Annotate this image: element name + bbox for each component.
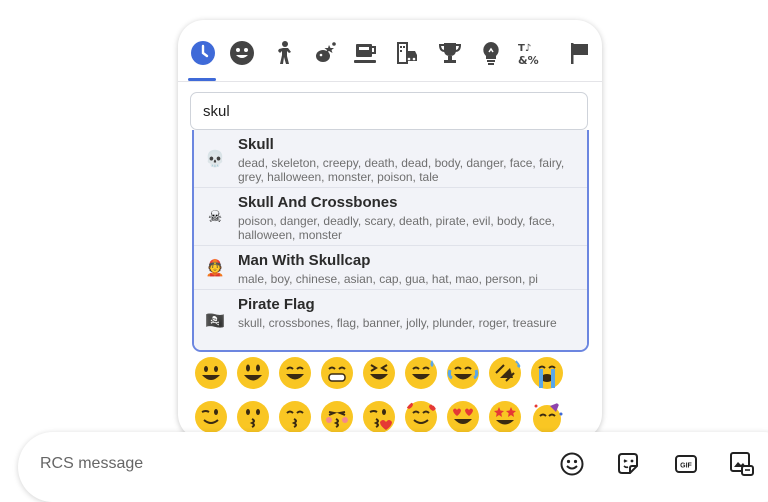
pirate-flag-emoji-icon: 🏴‍☠️ xyxy=(205,313,225,330)
travel-places-icon[interactable] xyxy=(392,38,422,68)
result-title: Skull xyxy=(238,136,274,153)
skull-crossbones-emoji-icon: ☠ xyxy=(207,209,223,226)
recent-clock-icon[interactable] xyxy=(188,38,218,68)
sticker-icon xyxy=(618,453,638,474)
emoji-search-results: 💀 Skull dead, skeleton, creepy, death, d… xyxy=(192,130,589,352)
result-keywords: dead, skeleton, creepy, death, dead, bod… xyxy=(238,156,565,184)
result-keywords: skull, crossbones, flag, banner, jolly, … xyxy=(238,316,557,330)
animals-nature-icon[interactable] xyxy=(310,38,340,68)
smiley-icon[interactable] xyxy=(227,38,257,68)
laughing-face-emoji[interactable] xyxy=(362,356,396,390)
smiling-face-with-hearts-emoji[interactable] xyxy=(404,400,438,434)
sweat-smile-face-emoji[interactable] xyxy=(404,356,438,390)
heart-eyes-emoji[interactable] xyxy=(446,400,480,434)
sob-face-emoji[interactable] xyxy=(530,356,564,390)
image-attach-icon xyxy=(730,452,754,476)
search-result-item[interactable]: 🏴‍☠️ Pirate Flag skull, crossbones, flag… xyxy=(194,290,587,350)
search-result-item[interactable]: 💀 Skull dead, skeleton, creepy, death, d… xyxy=(194,130,587,188)
grin-face-emoji[interactable] xyxy=(320,356,354,390)
joy-face-emoji[interactable] xyxy=(446,356,480,390)
result-keywords: poison, danger, deadly, scary, death, pi… xyxy=(238,214,555,242)
gif-button[interactable]: GIF xyxy=(672,450,700,478)
emoji-button[interactable] xyxy=(558,450,586,478)
message-input[interactable] xyxy=(40,450,520,478)
rofl-face-emoji[interactable] xyxy=(488,356,522,390)
emoji-search-box xyxy=(190,92,588,130)
emoji-search-input[interactable] xyxy=(203,93,573,129)
activities-trophy-icon[interactable] xyxy=(435,38,465,68)
search-result-item[interactable]: 👲 Man With Skullcap male, boy, chinese, … xyxy=(194,246,587,290)
flags-icon[interactable] xyxy=(564,38,594,68)
gif-icon: GIF xyxy=(675,455,697,473)
message-composer: GIF xyxy=(18,432,768,502)
search-result-item[interactable]: ☠ Skull And Crossbones poison, danger, d… xyxy=(194,188,587,246)
kissing-face-emoji[interactable] xyxy=(236,400,270,434)
result-title: Pirate Flag xyxy=(238,296,315,313)
result-title: Skull And Crossbones xyxy=(238,194,398,211)
result-title: Man With Skullcap xyxy=(238,252,371,269)
smiley-face-emoji[interactable] xyxy=(236,356,270,390)
sticker-button[interactable] xyxy=(614,450,642,478)
gallery-attach-button[interactable] xyxy=(728,450,756,478)
partying-face-emoji[interactable] xyxy=(530,400,564,434)
smiley-outline-icon xyxy=(560,452,584,476)
grinning-face-emoji[interactable] xyxy=(194,356,228,390)
symbols-icon[interactable]: T♪ &% xyxy=(515,38,545,68)
kissing-smiling-eyes-emoji[interactable] xyxy=(278,400,312,434)
kissing-closed-eyes-emoji[interactable] xyxy=(320,400,354,434)
wink-face-emoji[interactable] xyxy=(194,400,228,434)
skull-emoji-icon: 💀 xyxy=(205,151,225,168)
kissing-heart-emoji[interactable] xyxy=(362,400,396,434)
svg-text:T♪: T♪ xyxy=(518,43,531,54)
person-icon[interactable] xyxy=(269,38,299,68)
gif-label: GIF xyxy=(680,463,692,470)
smile-face-emoji[interactable] xyxy=(278,356,312,390)
star-struck-emoji[interactable] xyxy=(488,400,522,434)
svg-text:&%: &% xyxy=(518,54,539,66)
tabs-divider xyxy=(178,81,602,82)
objects-lightbulb-icon[interactable] xyxy=(476,38,506,68)
man-with-skullcap-emoji-icon: 👲 xyxy=(205,260,225,277)
emoji-category-tabs: T♪ &% xyxy=(178,20,602,82)
food-drink-icon[interactable] xyxy=(350,38,380,68)
result-keywords: male, boy, chinese, asian, cap, gua, hat… xyxy=(238,272,538,286)
emoji-grid-row xyxy=(194,356,594,394)
